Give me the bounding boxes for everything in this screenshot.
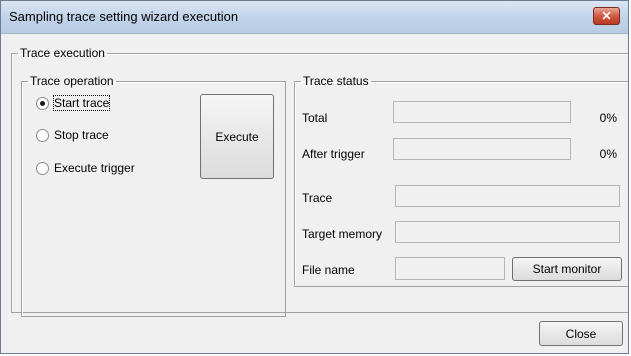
target-memory-field bbox=[395, 221, 620, 243]
start-monitor-button[interactable]: Start monitor bbox=[512, 257, 622, 281]
trace-execution-legend: Trace execution bbox=[20, 46, 105, 60]
trace-label: Trace bbox=[302, 191, 333, 205]
after-trigger-label: After trigger bbox=[302, 147, 365, 161]
execute-button[interactable]: Execute bbox=[200, 94, 274, 179]
after-trigger-progress-bar bbox=[393, 138, 571, 160]
start-trace-label[interactable]: Start trace bbox=[52, 95, 111, 111]
title-bar: Sampling trace setting wizard execution … bbox=[1, 1, 628, 34]
after-trigger-percent: 0% bbox=[599, 147, 617, 161]
target-memory-label: Target memory bbox=[302, 227, 383, 241]
client-area: Trace execution Trace operation Start tr… bbox=[1, 34, 628, 353]
close-button[interactable]: Close bbox=[539, 321, 623, 346]
execute-trigger-label[interactable]: Execute trigger bbox=[54, 161, 135, 175]
stop-trace-radio[interactable] bbox=[36, 129, 49, 142]
total-label: Total bbox=[302, 111, 328, 125]
file-name-field bbox=[395, 257, 505, 280]
start-trace-radio[interactable] bbox=[36, 97, 49, 110]
trace-operation-legend: Trace operation bbox=[30, 74, 114, 88]
wizard-window: Sampling trace setting wizard execution … bbox=[0, 0, 629, 354]
total-percent: 0% bbox=[599, 111, 617, 125]
close-icon[interactable]: ✕ bbox=[593, 7, 620, 25]
trace-field bbox=[395, 185, 620, 207]
total-progress-bar bbox=[393, 101, 571, 123]
stop-trace-label[interactable]: Stop trace bbox=[54, 128, 109, 142]
execute-trigger-radio[interactable] bbox=[36, 162, 49, 175]
trace-status-legend: Trace status bbox=[303, 74, 369, 88]
file-name-label: File name bbox=[302, 263, 355, 277]
radio-selected-dot bbox=[40, 101, 45, 106]
window-title: Sampling trace setting wizard execution bbox=[9, 9, 239, 24]
